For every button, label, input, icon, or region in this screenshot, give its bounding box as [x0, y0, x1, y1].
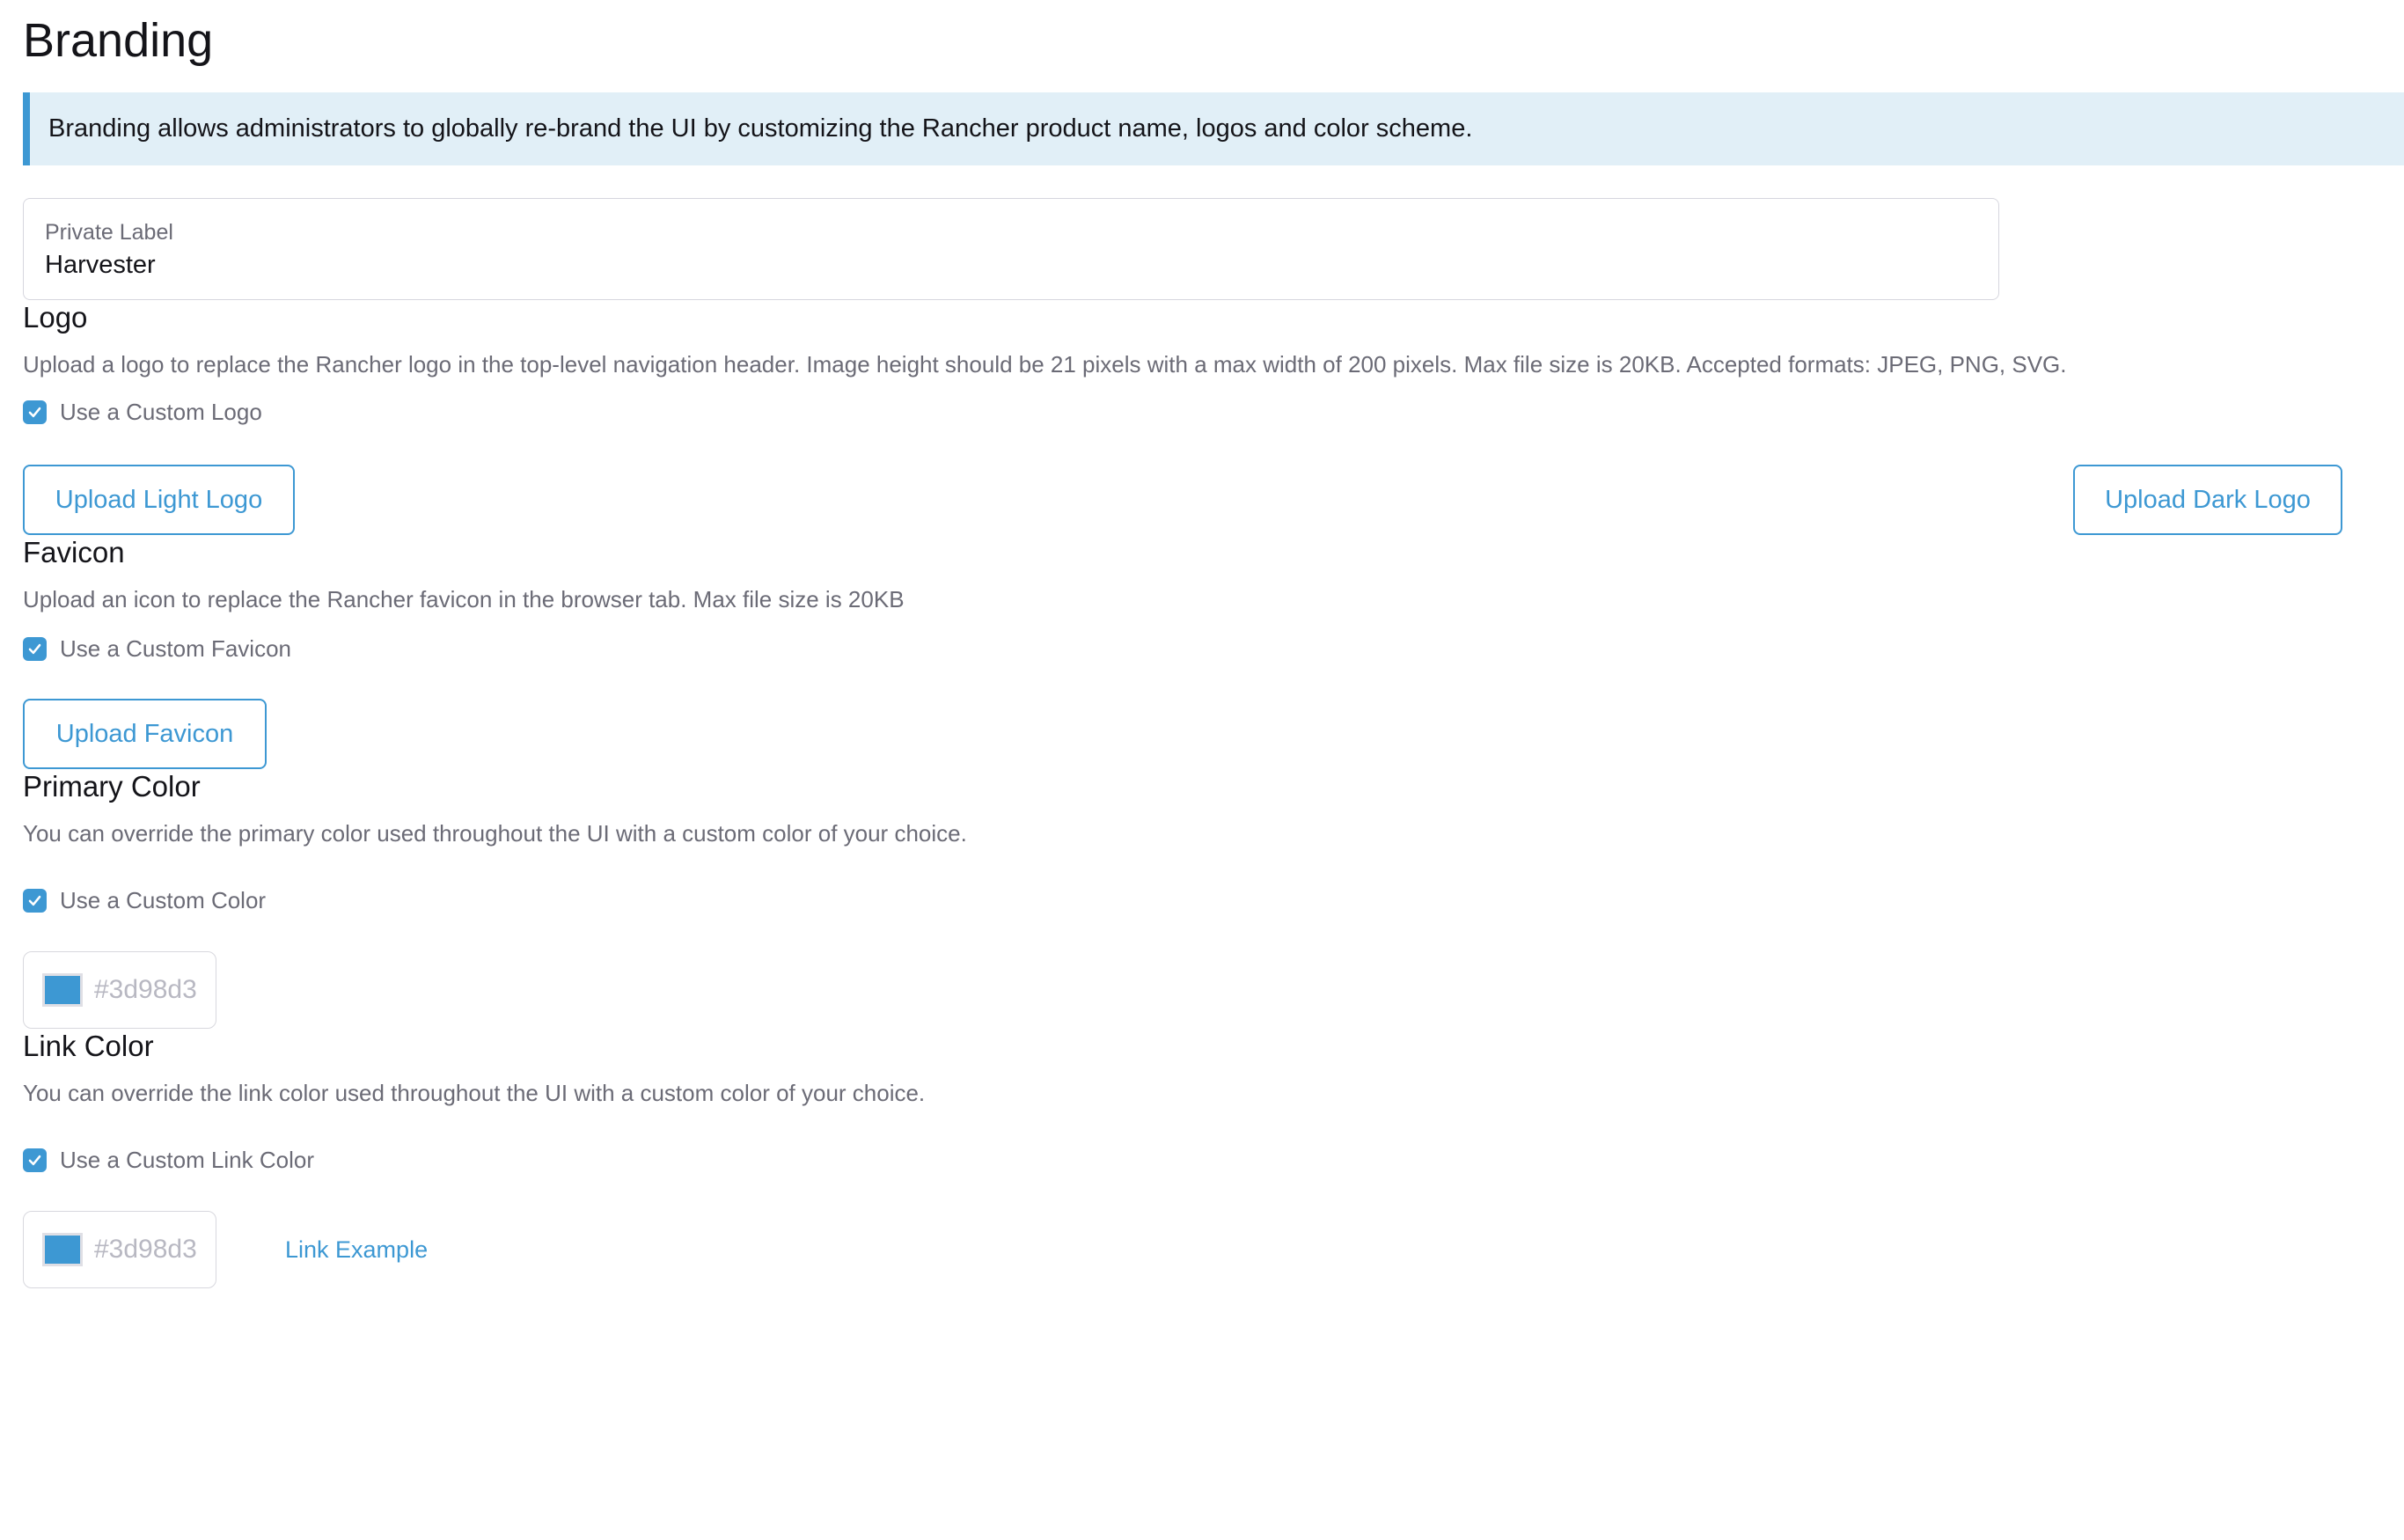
- upload-favicon-button[interactable]: Upload Favicon: [23, 699, 267, 769]
- use-custom-color-checkbox-row: Use a Custom Color: [23, 887, 2404, 913]
- primary-color-section-heading: Primary Color: [23, 769, 2404, 804]
- use-custom-favicon-checkbox-row: Use a Custom Favicon: [23, 635, 2404, 662]
- use-custom-logo-checkbox[interactable]: [23, 400, 47, 424]
- use-custom-logo-label: Use a Custom Logo: [60, 399, 262, 426]
- upload-dark-logo-button[interactable]: Upload Dark Logo: [2073, 465, 2342, 535]
- use-custom-link-color-checkbox[interactable]: [23, 1148, 47, 1172]
- primary-color-description: You can override the primary color used …: [23, 818, 2404, 848]
- private-label-value[interactable]: Harvester: [45, 248, 1998, 282]
- primary-color-swatch: [42, 973, 83, 1007]
- link-example-link[interactable]: Link Example: [285, 1236, 428, 1264]
- link-color-row: #3d98d3 Link Example: [23, 1173, 2404, 1288]
- use-custom-favicon-checkbox[interactable]: [23, 637, 47, 661]
- page-title: Branding: [23, 12, 2404, 70]
- upload-light-logo-button[interactable]: Upload Light Logo: [23, 465, 295, 535]
- link-color-picker[interactable]: #3d98d3: [23, 1211, 216, 1288]
- use-custom-link-color-checkbox-row: Use a Custom Link Color: [23, 1147, 2404, 1173]
- logo-section-heading: Logo: [23, 300, 2404, 335]
- logo-upload-buttons-row: Upload Light Logo Upload Dark Logo: [23, 465, 2342, 535]
- checkmark-icon: [26, 641, 43, 657]
- link-color-section-heading: Link Color: [23, 1029, 2404, 1064]
- link-color-hex: #3d98d3: [94, 1235, 197, 1265]
- use-custom-color-label: Use a Custom Color: [60, 887, 266, 914]
- checkmark-icon: [26, 892, 43, 909]
- primary-color-picker[interactable]: #3d98d3: [23, 951, 216, 1029]
- use-custom-link-color-label: Use a Custom Link Color: [60, 1147, 314, 1174]
- use-custom-color-checkbox[interactable]: [23, 889, 47, 913]
- use-custom-favicon-label: Use a Custom Favicon: [60, 635, 291, 663]
- info-banner: Branding allows administrators to global…: [23, 92, 2404, 165]
- branding-settings-page: Branding Branding allows administrators …: [0, 0, 2404, 1540]
- primary-color-hex: #3d98d3: [94, 975, 197, 1005]
- logo-description: Upload a logo to replace the Rancher log…: [23, 349, 2404, 379]
- checkmark-icon: [26, 404, 43, 421]
- link-color-description: You can override the link color used thr…: [23, 1078, 2404, 1108]
- checkmark-icon: [26, 1152, 43, 1169]
- info-banner-text: Branding allows administrators to global…: [48, 114, 1472, 143]
- link-color-swatch: [42, 1233, 83, 1266]
- private-label-input[interactable]: Private Label Harvester: [23, 198, 1999, 300]
- use-custom-logo-checkbox-row: Use a Custom Logo: [23, 399, 2404, 425]
- favicon-description: Upload an icon to replace the Rancher fa…: [23, 584, 2404, 614]
- private-label-label: Private Label: [45, 218, 1998, 246]
- favicon-section-heading: Favicon: [23, 535, 2404, 570]
